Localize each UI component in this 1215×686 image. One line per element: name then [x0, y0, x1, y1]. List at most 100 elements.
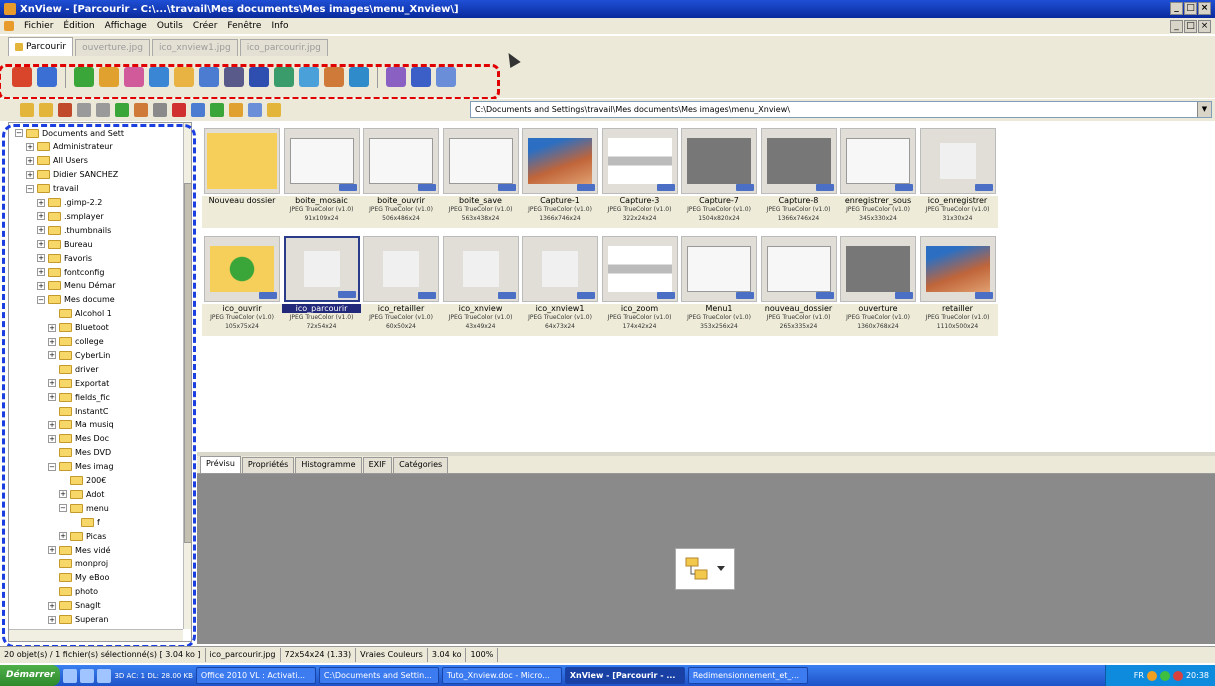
presentation-icon[interactable]	[324, 67, 344, 87]
task-explorer[interactable]: C:\Documents and Settin...	[318, 667, 439, 684]
close-button[interactable]: ×	[1198, 2, 1211, 15]
quicklaunch-firefox-icon[interactable]	[97, 668, 112, 683]
tree-item[interactable]: + Favoris	[37, 252, 92, 264]
start-button[interactable]: Démarrer	[0, 665, 61, 686]
view-mode-icon[interactable]	[191, 103, 205, 117]
expand-toggle-icon[interactable]: +	[37, 240, 45, 249]
tree-item[interactable]: Alcohol 1	[48, 308, 112, 320]
expand-toggle-icon[interactable]: +	[48, 601, 56, 610]
export-icon[interactable]	[299, 67, 319, 87]
tab-ico-parcourir[interactable]: ico_parcourir.jpg	[239, 39, 328, 56]
menu-outils[interactable]: Outils	[157, 21, 183, 31]
tab-histogramme[interactable]: Histogramme	[295, 457, 362, 473]
nav-up-icon[interactable]	[115, 103, 129, 117]
task-xnview[interactable]: XnView - [Parcourir - ...	[564, 667, 685, 684]
expand-toggle-icon[interactable]: +	[48, 615, 56, 624]
categories-icon[interactable]	[58, 103, 72, 117]
thumbnail-item[interactable]: ico_parcourir JPEG TrueColor (v1.0) 72x54x…	[281, 236, 362, 336]
tree-item[interactable]: + Bluetoot	[48, 322, 109, 334]
tree-item[interactable]: + Administrateur	[26, 141, 113, 153]
quicklaunch-desktop-icon[interactable]	[80, 668, 95, 683]
expand-toggle-icon[interactable]: −	[59, 504, 67, 513]
expand-toggle-icon[interactable]: +	[26, 170, 34, 179]
menu-fenetre[interactable]: Fenêtre	[227, 21, 261, 31]
tree-scroll-thumb[interactable]	[184, 183, 191, 543]
tab-proprietes[interactable]: Propriétés	[241, 457, 295, 473]
thumbnail-item[interactable]: ico_xnview1 JPEG TrueColor (v1.0) 64x73x24	[520, 236, 600, 336]
tree-item[interactable]: + Ma musiq	[48, 419, 114, 431]
expand-toggle-icon[interactable]: +	[59, 490, 67, 499]
sort-icon[interactable]	[210, 103, 224, 117]
select-icon[interactable]	[153, 103, 167, 117]
doc-minimize-button[interactable]: _	[1170, 20, 1183, 33]
back-icon[interactable]	[74, 67, 94, 87]
expand-toggle-icon[interactable]: +	[48, 393, 56, 402]
filter-icon[interactable]	[229, 103, 243, 117]
thumbnail-item[interactable]: Capture-7 JPEG TrueColor (v1.0) 1504x820x2…	[679, 128, 759, 228]
maximize-button[interactable]: □	[1184, 2, 1197, 15]
doc-close-button[interactable]: ×	[1198, 20, 1211, 33]
expand-toggle-icon[interactable]: +	[37, 281, 45, 290]
thumbnail-item[interactable]: ouverture JPEG TrueColor (v1.0) 1360x768x2…	[838, 236, 918, 336]
expand-toggle-icon[interactable]: +	[37, 254, 45, 263]
expand-toggle-icon[interactable]: −	[15, 129, 23, 137]
favorites-star-icon[interactable]	[267, 103, 281, 117]
tree-item[interactable]: + Mes Doc	[48, 433, 109, 445]
quicklaunch-ie-icon[interactable]	[63, 668, 78, 683]
tree-item[interactable]: + .thumbnails	[37, 224, 111, 236]
expand-toggle-icon[interactable]: +	[48, 337, 56, 346]
expand-toggle-icon[interactable]: +	[37, 212, 45, 221]
address-dropdown-icon[interactable]: ▼	[1197, 102, 1211, 117]
tab-ouverture[interactable]: ouverture.jpg	[75, 39, 150, 56]
expand-toggle-icon[interactable]: −	[26, 184, 34, 193]
nav-back-icon[interactable]	[77, 103, 91, 117]
tree-item[interactable]: + fontconfig	[37, 266, 104, 278]
favorites-icon[interactable]	[39, 103, 53, 117]
menu-creer[interactable]: Créer	[193, 21, 218, 31]
tree-item[interactable]: − Mes docume	[37, 294, 115, 306]
tab-categories[interactable]: Catégories	[393, 457, 449, 473]
web-icon[interactable]	[349, 67, 369, 87]
tree-item[interactable]: + SnagIt	[48, 600, 101, 612]
tree-item[interactable]: + Didier SANCHEZ	[26, 169, 118, 181]
doc-maximize-button[interactable]: □	[1184, 20, 1197, 33]
nav-forward-icon[interactable]	[96, 103, 110, 117]
folder-tree[interactable]: − Documents and Sett + Administrateur + All U…	[8, 122, 192, 642]
thumbnail-item[interactable]: boite_save JPEG TrueColor (v1.0) 563x438x2…	[440, 128, 521, 228]
forward-icon[interactable]	[99, 67, 119, 87]
thumbnail-item[interactable]: retailler JPEG TrueColor (v1.0) 1110x500x2…	[917, 236, 998, 336]
expand-toggle-icon[interactable]: −	[48, 462, 56, 471]
tab-ico-xnview1[interactable]: ico_xnview1.jpg	[151, 39, 238, 56]
tree-item[interactable]: + Superan	[48, 614, 108, 626]
thumbnail-item[interactable]: Nouveau dossier	[202, 128, 282, 228]
thumbnail-item[interactable]: Menu1 JPEG TrueColor (v1.0) 353x256x24	[679, 236, 759, 336]
tab-previsu[interactable]: Prévisu	[200, 456, 241, 473]
task-redimensionnement[interactable]: Redimensionnement_et_...	[687, 667, 808, 684]
thumbnail-item[interactable]: nouveau_dossier JPEG TrueColor (v1.0) 265x…	[758, 236, 839, 336]
tree-item[interactable]: + CyberLin	[48, 349, 110, 361]
thumbnail-item[interactable]: ico_xnview JPEG TrueColor (v1.0) 43x49x24	[440, 236, 521, 336]
tree-item[interactable]: + Adot	[59, 488, 104, 500]
menu-fichier[interactable]: Fichier	[24, 21, 53, 31]
rename-icon[interactable]	[134, 103, 148, 117]
expand-toggle-icon[interactable]: +	[48, 379, 56, 388]
tree-item[interactable]: driver	[48, 363, 99, 375]
tree-item[interactable]: Mes DVD	[48, 447, 111, 459]
expand-toggle-icon[interactable]: +	[48, 420, 56, 429]
thumbnail-item[interactable]: boite_ouvrir JPEG TrueColor (v1.0) 506x486…	[361, 128, 441, 228]
tab-parcourir[interactable]: Parcourir	[8, 37, 74, 56]
tree-item[interactable]: monproj	[48, 558, 108, 570]
tree-horizontal-scrollbar[interactable]	[9, 629, 183, 641]
thumbnail-item[interactable]: ico_ouvrir JPEG TrueColor (v1.0) 105x75x24	[202, 236, 282, 336]
tree-item[interactable]: − menu	[59, 502, 109, 514]
thumbnail-item[interactable]: ico_zoom JPEG TrueColor (v1.0) 174x42x24	[599, 236, 680, 336]
address-bar[interactable]: C:\Documents and Settings\travail\Mes do…	[470, 101, 1212, 118]
folder-tree-icon[interactable]	[20, 103, 34, 117]
expand-toggle-icon[interactable]: +	[48, 434, 56, 443]
expand-toggle-icon[interactable]: +	[59, 532, 67, 541]
expand-toggle-icon[interactable]: +	[48, 323, 56, 332]
refresh-icon[interactable]	[124, 67, 144, 87]
info-icon[interactable]	[436, 67, 456, 87]
tree-item[interactable]: − Mes imag	[48, 461, 114, 473]
tree-item[interactable]: My eBoo	[48, 572, 109, 584]
